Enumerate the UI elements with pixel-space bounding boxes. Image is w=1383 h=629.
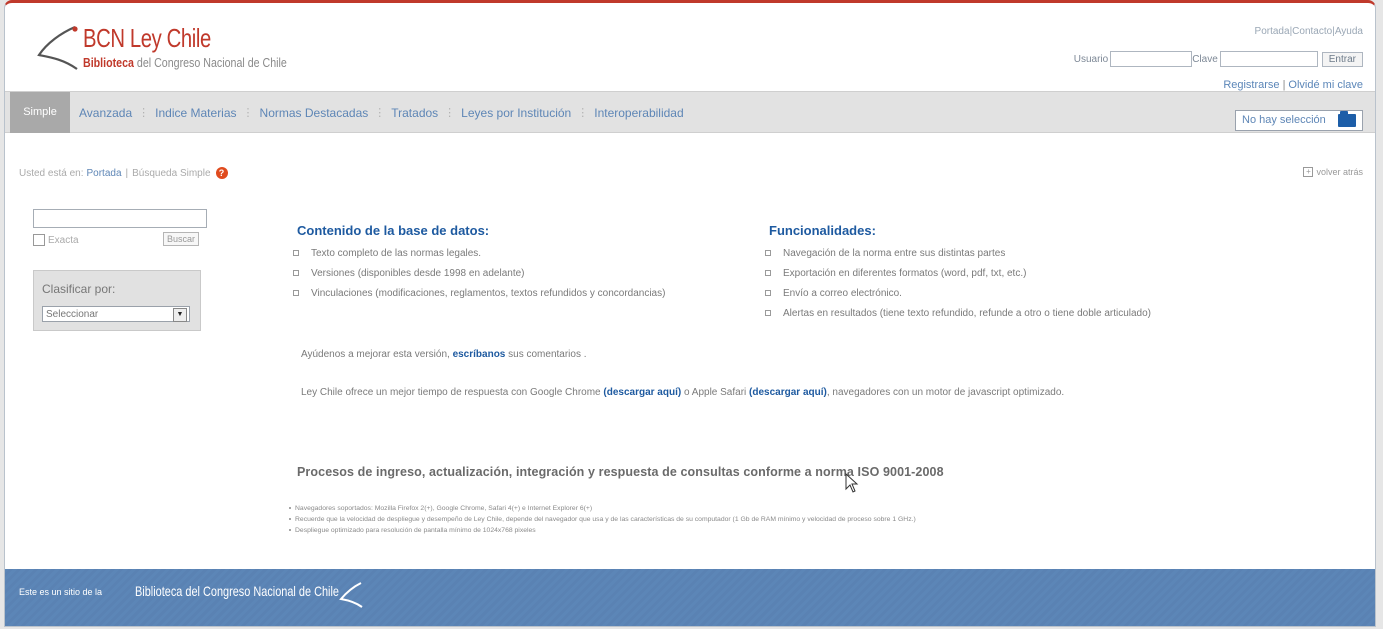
footer-prefix: Este es un sitio de la <box>19 587 103 597</box>
link-ayuda[interactable]: Ayuda <box>1335 26 1363 37</box>
tab-indice-materias[interactable]: Indice Materias <box>155 106 236 120</box>
account-links: Registrarse | Olvidé mi clave <box>1223 79 1363 91</box>
browser-text: Ley Chile ofrece un mejor tiempo de resp… <box>301 387 1065 398</box>
password-input[interactable] <box>1219 51 1318 67</box>
forgot-password-link[interactable]: Olvidé mi clave <box>1288 79 1363 91</box>
register-link[interactable]: Registrarse <box>1223 79 1279 91</box>
login-form: Usuario Clave Entrar <box>1074 51 1363 67</box>
search-input[interactable] <box>33 209 207 228</box>
bcn-logo-icon <box>37 25 78 70</box>
search-button[interactable]: Buscar <box>163 232 200 246</box>
nav-items: Avanzada ⋮ Indice Materias ⋮ Normas Destac… <box>79 105 684 120</box>
db-content-list: Texto completo de las normas legales. Ve… <box>293 247 665 307</box>
selection-box[interactable]: No hay selección <box>1235 110 1363 131</box>
list-item: Texto completo de las normas legales. <box>293 247 665 267</box>
list-item: Recuerde que la velocidad de despliegue … <box>289 514 916 525</box>
dropdown-arrow-icon: ▼ <box>173 308 187 322</box>
logo-subtitle-rest: del Congreso Nacional de Chile <box>133 55 287 70</box>
back-arrow-icon: + <box>1303 167 1314 177</box>
list-item: Navegadores soportados: Mozilla Firefox … <box>289 503 916 514</box>
list-item: Navegación de la norma entre sus distint… <box>765 247 1151 267</box>
user-label: Usuario <box>1073 53 1109 65</box>
db-content-title: Contenido de la base de datos: <box>297 223 490 238</box>
password-label: Clave <box>1192 53 1218 65</box>
classify-select[interactable]: Seleccionar ▼ <box>42 306 190 322</box>
breadcrumb: Usted está en: Portada | Búsqueda Simple… <box>19 167 228 179</box>
exact-label: Exacta <box>48 234 79 246</box>
footer-name-link[interactable]: Biblioteca del Congreso Nacional de Chil… <box>135 583 339 599</box>
tab-avanzada[interactable]: Avanzada <box>79 106 132 120</box>
list-item: Versiones (disponibles desde 1998 en ade… <box>293 267 665 287</box>
tab-leyes-por-institucion[interactable]: Leyes por Institución <box>461 106 571 120</box>
tab-simple[interactable]: Simple <box>10 92 70 133</box>
login-button[interactable]: Entrar <box>1321 51 1363 67</box>
footer: Este es un sitio de la Biblioteca del Co… <box>5 569 1375 626</box>
breadcrumb-current: Búsqueda Simple <box>132 167 211 179</box>
link-contacto[interactable]: Contacto <box>1292 26 1332 37</box>
help-icon[interactable]: ? <box>215 167 228 179</box>
user-input[interactable] <box>1110 51 1193 67</box>
logo-subtitle: Biblioteca del Congreso Nacional de Chil… <box>83 55 287 70</box>
tab-interoperabilidad[interactable]: Interoperabilidad <box>594 106 683 120</box>
breadcrumb-prefix: Usted está en: <box>19 167 84 179</box>
folder-icon <box>1338 111 1356 127</box>
tab-normas-destacadas[interactable]: Normas Destacadas <box>260 106 369 120</box>
logo-title: BCN Ley Chile <box>83 23 211 53</box>
page: BCN Ley Chile Biblioteca del Congreso Na… <box>4 0 1376 627</box>
exact-option[interactable]: Exacta <box>33 234 79 246</box>
features-list: Navegación de la norma entre sus distint… <box>765 247 1151 327</box>
logo-subtitle-bold: Biblioteca <box>83 55 134 70</box>
back-link[interactable]: + volver atrás <box>1303 167 1363 177</box>
list-item: Exportación en diferentes formatos (word… <box>765 267 1151 287</box>
link-portada[interactable]: Portada <box>1255 26 1290 37</box>
list-item: Envío a correo electrónico. <box>765 287 1151 307</box>
classify-panel: Clasificar por: Seleccionar ▼ <box>33 270 201 331</box>
safari-download-link[interactable]: (descargar aquí) <box>749 387 827 398</box>
classify-label: Clasificar por: <box>42 282 116 296</box>
list-item: Despliegue optimizado para resolución de… <box>289 525 916 536</box>
classify-selected: Seleccionar <box>46 309 99 320</box>
notes-list: Navegadores soportados: Mozilla Firefox … <box>289 503 916 536</box>
selection-label: No hay selección <box>1242 114 1326 126</box>
top-links: Portada|Contacto|Ayuda <box>1254 26 1363 37</box>
chrome-download-link[interactable]: (descargar aquí) <box>603 387 681 398</box>
list-item: Vinculaciones (modificaciones, reglament… <box>293 287 665 307</box>
list-item: Alertas en resultados (tiene texto refun… <box>765 307 1151 327</box>
bcn-footer-logo-icon <box>339 582 363 608</box>
breadcrumb-home-link[interactable]: Portada <box>86 168 121 179</box>
feedback-text: Ayúdenos a mejorar esta versión, escríba… <box>301 349 587 360</box>
back-label: volver atrás <box>1316 167 1363 177</box>
mouse-cursor-icon <box>845 473 859 493</box>
feedback-link[interactable]: escríbanos <box>453 349 506 360</box>
exact-checkbox[interactable] <box>33 234 45 246</box>
features-title: Funcionalidades: <box>769 223 876 238</box>
site-logo[interactable]: BCN Ley Chile Biblioteca del Congreso Na… <box>35 23 335 80</box>
tab-tratados[interactable]: Tratados <box>391 106 438 120</box>
main-nav: Simple Avanzada ⋮ Indice Materias ⋮ Normas… <box>5 91 1375 133</box>
header: BCN Ley Chile Biblioteca del Congreso Na… <box>5 3 1375 91</box>
